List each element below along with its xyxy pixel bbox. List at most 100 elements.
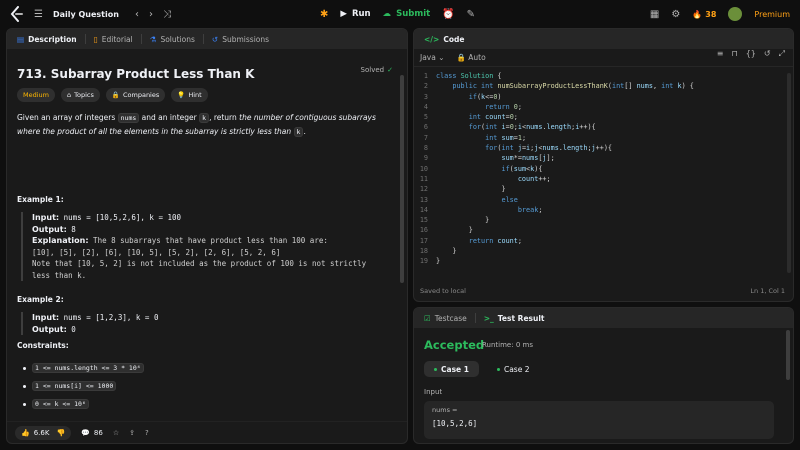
tab-solutions[interactable]: ⚗ Solutions <box>146 35 199 44</box>
code-line[interactable]: 1 class Solution { <box>414 71 790 81</box>
code-text: class Solution { <box>436 72 502 80</box>
prev-problem-icon[interactable]: ‹ <box>135 9 139 20</box>
code-line[interactable]: 10 if(sum<k){ <box>414 164 790 174</box>
user-avatar[interactable] <box>728 7 743 21</box>
code-line[interactable]: 16 } <box>414 225 790 235</box>
shuffle-icon[interactable]: ⤨ <box>163 9 171 20</box>
case-2-tab[interactable]: Case 2 <box>487 361 540 377</box>
thumbs-down-icon[interactable]: 👎 <box>56 429 65 437</box>
next-problem-icon[interactable]: › <box>149 9 153 20</box>
tab-testcase[interactable]: ☑ Testcase <box>420 314 471 323</box>
code-line[interactable]: 14 break; <box>414 205 790 215</box>
case-1-tab[interactable]: Case 1 <box>424 361 479 377</box>
book-icon: ▯ <box>93 34 98 44</box>
timer-icon[interactable]: ⏰ <box>442 9 454 20</box>
topics-label: Topics <box>74 91 94 99</box>
format-list-icon[interactable]: ≡ <box>717 49 724 59</box>
inline-code: k <box>199 113 210 123</box>
code-line[interactable]: 6 for(int i=0;i<nums.length;i++){ <box>414 122 790 132</box>
thumbs-up-icon[interactable]: 👍 <box>21 429 30 437</box>
language-select[interactable]: Java ⌄ <box>420 53 445 62</box>
description-scrollbar[interactable] <box>400 75 404 283</box>
like-dislike-group: 👍 6.6K 👎 <box>15 425 72 440</box>
tab-description[interactable]: ▤ Description <box>13 35 81 44</box>
code-line[interactable]: 8 for(int j=i;j<nums.length;j++){ <box>414 143 790 153</box>
code-line[interactable]: 9 sum*=nums[j]; <box>414 153 790 163</box>
code-line[interactable]: 17 return count; <box>414 236 790 246</box>
bullet <box>23 402 26 406</box>
code-line[interactable]: 7 int sum=1; <box>414 133 790 143</box>
tab-code[interactable]: </> Code <box>420 35 468 44</box>
settings-gear-icon[interactable]: ⚙ <box>671 9 680 20</box>
tab-submissions[interactable]: ↺ Submissions <box>208 35 273 44</box>
editor-scrollbar[interactable] <box>787 73 791 273</box>
tab-testcase-label: Testcase <box>434 313 467 323</box>
problem-tags: Medium ⌂ Topics 🔒 Companies 💡 Hint <box>17 88 208 102</box>
debug-icon[interactable]: ✱ <box>320 9 328 20</box>
problem-statement: Given an array of integers nums and an i… <box>17 111 389 139</box>
hint-tag[interactable]: 💡 Hint <box>171 88 208 102</box>
example-1-input: nums = [10,5,2,6], k = 100 <box>59 213 182 222</box>
streak-count: 38 <box>705 9 717 19</box>
example-1-title: Example 1: <box>17 195 64 204</box>
comment-icon[interactable]: 💬 <box>81 429 90 437</box>
run-button[interactable]: ▶ Run <box>340 9 370 19</box>
input-label: Input: <box>32 313 60 322</box>
code-line[interactable]: 3 if(k<=0) <box>414 92 790 102</box>
lock-icon: 🔒 <box>111 91 120 99</box>
problem-list-icon[interactable]: ☰ <box>34 9 43 20</box>
auto-mode-toggle[interactable]: 🔒 Auto <box>457 53 486 62</box>
code-line[interactable]: 12 } <box>414 184 790 194</box>
tab-test-result[interactable]: >_ Test Result <box>480 314 549 323</box>
submit-button[interactable]: ☁ Submit <box>383 9 431 19</box>
tab-divider <box>202 34 204 44</box>
line-number: 11 <box>419 174 428 183</box>
companies-tag[interactable]: 🔒 Companies <box>105 88 166 102</box>
tab-divider <box>474 313 476 323</box>
star-icon[interactable]: ☆ <box>113 429 119 437</box>
code-line[interactable]: 15 } <box>414 215 790 225</box>
line-number: 7 <box>423 133 428 142</box>
code-line[interactable]: 18 } <box>414 246 790 256</box>
constraint-item: 0 <= k <= 10⁶ <box>23 399 89 409</box>
code-text: public int numSubarrayProductLessThanK(i… <box>452 82 694 91</box>
tab-divider <box>140 34 142 44</box>
line-number: 13 <box>419 195 428 204</box>
leetcode-logo[interactable] <box>10 6 24 22</box>
streak-counter[interactable]: 🔥 38 <box>692 10 716 19</box>
constraint-item: 1 <= nums[i] <= 1000 <box>23 381 117 391</box>
topics-tag[interactable]: ⌂ Topics <box>61 88 100 102</box>
notes-icon[interactable]: ✎ <box>467 9 475 20</box>
explanation-text: The 8 subarrays that have product less t… <box>88 236 328 245</box>
premium-link[interactable]: Premium <box>754 10 790 19</box>
example-2-title: Example 2: <box>17 295 64 304</box>
code-panel: </> Code Java ⌄ 🔒 Auto ≡ ⊓ {} ↺ ⤢ 1 class… <box>413 28 794 302</box>
code-text: } <box>436 257 441 266</box>
code-line[interactable]: 11 count++; <box>414 174 790 184</box>
code-line[interactable]: 4 return 0; <box>414 102 790 112</box>
play-icon: ▶ <box>340 9 347 19</box>
code-line[interactable]: 19} <box>414 256 790 266</box>
code-text: return count; <box>468 236 522 245</box>
line-number: 6 <box>423 123 428 132</box>
code-editor[interactable]: 1 class Solution {2 public int numSubarra… <box>414 71 790 267</box>
expand-icon[interactable]: ⤢ <box>779 49 785 59</box>
share-icon[interactable]: ⇪ <box>129 429 135 437</box>
help-icon[interactable]: ? <box>145 429 149 437</box>
test-scrollbar[interactable] <box>786 330 790 380</box>
bookmark-icon[interactable]: ⊓ <box>731 49 737 59</box>
chevron-down-icon: ⌄ <box>438 53 445 62</box>
explanation-text: Note that [10, 5, 2] is not included as … <box>32 259 367 268</box>
code-line[interactable]: 2 public int numSubarrayProductLessThanK… <box>414 81 790 91</box>
tab-editorial[interactable]: ▯ Editorial <box>90 35 137 44</box>
description-footer: 👍 6.6K 👎 💬 86 ☆ ⇪ ? <box>7 421 407 443</box>
statement-text: Given an array of integers <box>17 113 118 122</box>
problem-list-title[interactable]: Daily Question <box>53 10 119 19</box>
reset-icon[interactable]: ↺ <box>764 49 771 59</box>
code-line[interactable]: 13 else <box>414 195 790 205</box>
flask-icon: ⚗ <box>149 34 157 44</box>
braces-icon[interactable]: {} <box>746 49 756 59</box>
code-line[interactable]: 5 int count=0; <box>414 112 790 122</box>
layout-icon[interactable]: ▦ <box>650 9 659 20</box>
solved-label: Solved <box>360 66 385 74</box>
